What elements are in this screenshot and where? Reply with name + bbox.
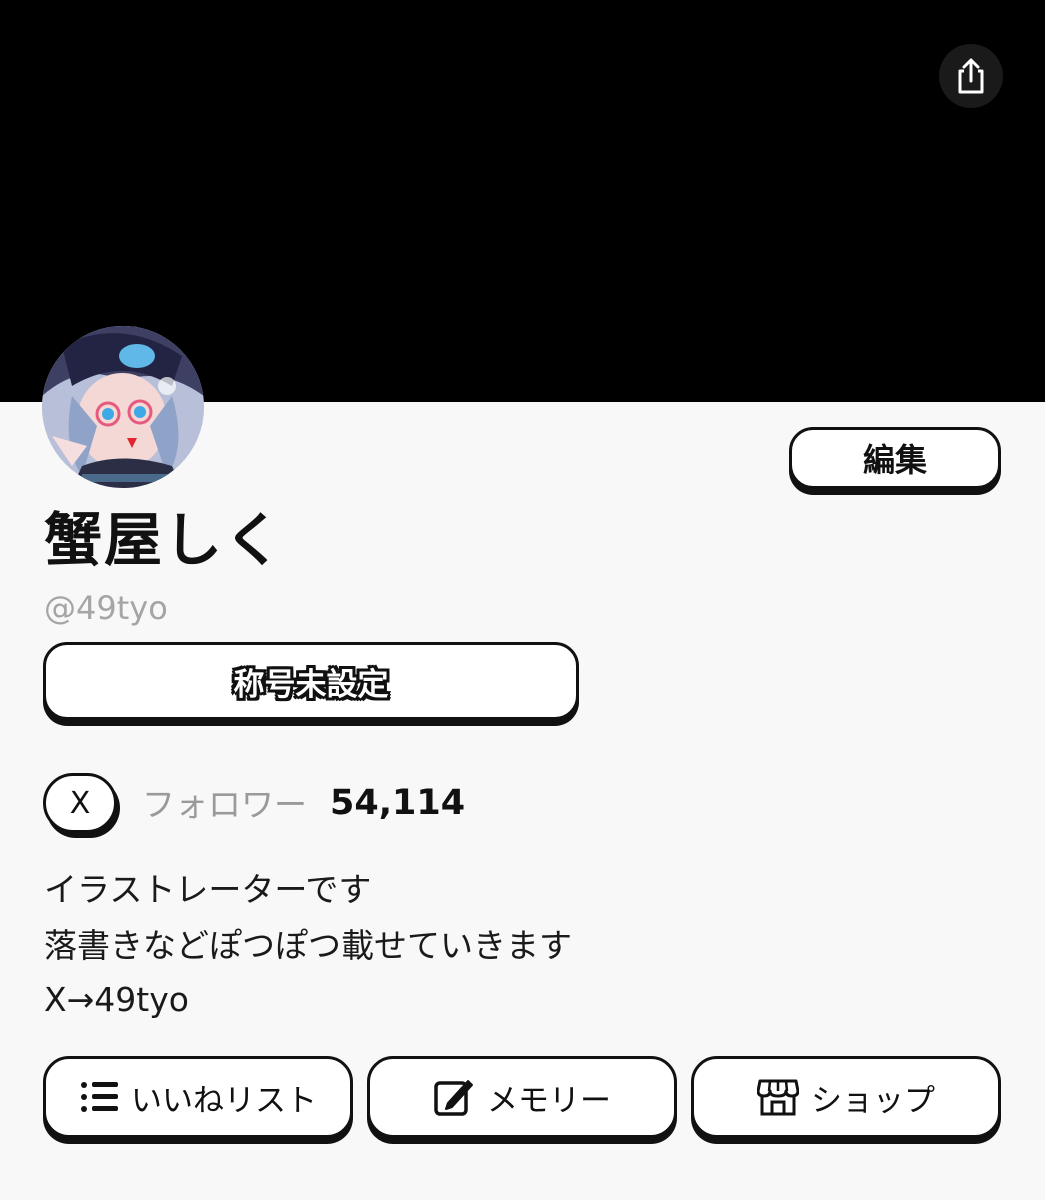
share-button[interactable] <box>939 44 1003 108</box>
shop-label: ショップ <box>811 1082 935 1119</box>
followers-label: フォロワー <box>142 785 307 824</box>
followers-count[interactable]: 54,114 <box>330 781 465 825</box>
shop-button[interactable]: ショップ <box>691 1056 1001 1138</box>
list-icon <box>79 1079 119 1115</box>
title-badge-button[interactable]: 称号未設定 <box>43 642 579 720</box>
memory-button[interactable]: メモリー <box>367 1056 677 1138</box>
bio-line: イラストレーターです <box>44 870 372 909</box>
display-name: 蟹屋しく <box>44 506 285 574</box>
bio-line: 落書きなどぽつぽつ載せていきます <box>44 926 572 965</box>
user-handle: @49tyo <box>44 589 168 627</box>
memory-label: メモリー <box>487 1082 611 1119</box>
likes-list-button[interactable]: いいねリスト <box>43 1056 353 1138</box>
avatar[interactable] <box>42 326 204 488</box>
edit-note-icon <box>433 1076 475 1118</box>
likes-list-label: いいねリスト <box>131 1082 317 1119</box>
avatar-illustration <box>42 326 204 488</box>
bio-line: X→49tyo <box>44 980 189 1019</box>
shop-icon <box>757 1077 799 1117</box>
x-link-label: X <box>69 785 91 821</box>
x-link-button[interactable]: X <box>43 773 117 833</box>
edit-profile-button[interactable]: 編集 <box>789 427 1001 489</box>
title-badge-label: 称号未設定 <box>233 666 389 703</box>
share-icon <box>958 58 984 94</box>
